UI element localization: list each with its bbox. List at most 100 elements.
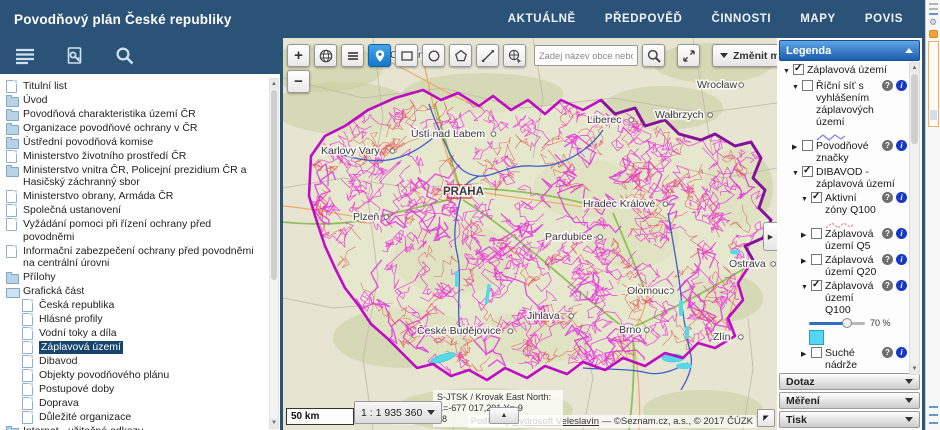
tree-item[interactable]: Důležité organizace [6,411,264,425]
nav-item[interactable]: ČINNOSTI [711,13,771,25]
legend-item[interactable]: ▼Záplavová území Q100?i [781,280,907,316]
slider-track[interactable] [809,322,865,325]
layer-checkbox[interactable] [802,140,813,151]
map-search-button[interactable] [642,44,665,67]
tree-item[interactable]: Informační zabezpečení ochrany před povo… [6,244,264,271]
map-area[interactable]: ChemnitzChemnitzWrocławWrocławWałbrzychW… [283,38,777,430]
help-icon[interactable]: ? [882,280,893,291]
info-icon[interactable]: i [896,192,907,203]
expand-open-icon[interactable]: ▼ [792,168,801,180]
nav-item[interactable]: PŘEDPOVĚĎ [605,13,683,25]
rectangle-select-button[interactable] [395,44,418,67]
tree-item[interactable]: Postupové doby [6,383,264,397]
legend-scrollbar[interactable]: ▲ ▼ [909,62,920,375]
info-icon[interactable]: i [896,347,907,358]
tree-item[interactable]: Ministerstvo obrany, Armáda ČR [6,190,264,204]
info-icon[interactable]: i [896,228,907,239]
scale-select[interactable]: 1 : 1 935 360 [354,401,442,424]
tree-item[interactable]: Hlásné profily [6,313,264,327]
expand-open-icon[interactable]: ▼ [783,66,792,78]
legend-collapse-handle[interactable]: ▶ [763,222,777,251]
panel-section-dotaz[interactable]: Dotaz [779,373,920,390]
expand-open-icon[interactable]: ▼ [801,194,810,206]
circle-select-button[interactable] [422,44,445,67]
tree-item[interactable]: Objekty povodňového plánu [6,369,264,383]
info-icon[interactable]: i [896,280,907,291]
legend-item[interactable]: ▼Záplavová území [781,64,907,78]
expand-open-icon[interactable]: ▼ [792,82,801,94]
globe-search-button[interactable] [503,44,526,67]
attribution-toggle-button[interactable]: ◤ [757,409,775,427]
tree-item[interactable]: Vodní toky a díla [6,327,264,341]
scroll-thumb[interactable] [271,90,277,280]
expand-closed-icon[interactable]: ▶ [792,142,801,154]
info-icon[interactable]: i [896,140,907,151]
search-icon[interactable] [114,45,136,67]
key-icon[interactable] [64,45,86,67]
zoom-out-button[interactable]: − [287,70,310,93]
help-icon[interactable]: ? [882,140,893,151]
expand-open-icon[interactable]: ▼ [801,282,810,294]
layer-checkbox[interactable] [802,166,813,177]
info-icon[interactable]: i [896,254,907,265]
scroll-thumb[interactable] [911,74,918,144]
nav-item[interactable]: AKTUÁLNĚ [508,13,576,25]
tree-item[interactable]: Dibavod [6,355,264,369]
panel-section-tisk[interactable]: Tisk [779,411,920,428]
layer-checkbox[interactable] [811,347,822,358]
layer-checkbox[interactable] [811,228,822,239]
layer-checkbox[interactable] [811,192,822,203]
scroll-up-icon[interactable]: ▲ [910,63,919,73]
tree-item[interactable]: Titulní list [6,79,264,93]
menu-icon[interactable] [14,45,36,67]
help-icon[interactable]: ? [882,192,893,203]
layer-checkbox[interactable] [802,80,813,91]
legend-item[interactable]: ▼Aktivní zóny Q100?i [781,192,907,216]
expand-closed-icon[interactable]: ▶ [801,256,810,268]
tree-item[interactable]: Doprava [6,397,264,411]
nav-item[interactable]: MAPY [800,13,836,25]
opacity-slider[interactable]: 70 % [809,318,907,328]
tree-item[interactable]: Internet - užitečné odkazy [6,425,264,430]
tree-item[interactable]: Organizace povodňové ochrany v ČR [6,121,264,135]
expand-closed-icon[interactable]: ▶ [801,349,810,361]
coords-collapse-button[interactable]: ▲ [489,407,519,424]
map-search-input[interactable] [534,45,638,66]
globe-button[interactable] [314,44,337,67]
tree-item[interactable]: Česká republika [6,299,264,313]
change-map-button[interactable]: Změnit mapu [712,44,777,67]
location-pin-button[interactable] [368,44,391,67]
legend-item[interactable]: ▶Suché nádrže (poldry)?i [781,347,907,371]
legend-item[interactable]: ▶Záplavová území Q20?i [781,254,907,278]
tree-item[interactable]: Přílohy [6,271,264,285]
tree-item[interactable]: Společná ustanovení [6,204,264,218]
layers-button[interactable] [341,44,364,67]
scroll-down-icon[interactable]: ▼ [910,364,919,374]
help-icon[interactable]: ? [882,80,893,91]
tree-item[interactable]: Grafická část [6,285,264,299]
legend-header[interactable]: Legenda [779,40,920,61]
tree-item[interactable]: Ministerstvo životního prostředí ČR [6,149,264,163]
zoom-in-button[interactable]: + [287,44,310,67]
legend-item[interactable]: ▼DIBAVOD - záplavová území [781,166,907,190]
help-icon[interactable]: ? [882,254,893,265]
slider-thumb[interactable] [842,318,852,328]
collapse-up-icon[interactable] [905,48,913,53]
tree-item[interactable]: Vyžádání pomoci při řízení ochrany před … [6,218,264,245]
polygon-select-button[interactable] [449,44,472,67]
legend-item[interactable]: ▶Povodňové značky?i [781,140,907,164]
fullscreen-button[interactable] [677,44,700,67]
expand-closed-icon[interactable]: ▶ [801,230,810,242]
layer-checkbox[interactable] [811,280,822,291]
help-icon[interactable]: ? [882,228,893,239]
tree-item[interactable]: Záplavová území [6,341,264,355]
tree-item[interactable]: Úvod [6,93,264,107]
tree-item[interactable]: Ústřední povodňová komise [6,135,264,149]
info-icon[interactable]: i [896,80,907,91]
nav-item[interactable]: POVIS [865,13,903,25]
map-canvas[interactable]: ChemnitzChemnitzWrocławWrocławWałbrzychW… [283,38,777,430]
legend-item[interactable]: ▶Záplavová území Q5?i [781,228,907,252]
scroll-down-icon[interactable]: ▼ [270,418,278,428]
legend-item[interactable]: ▼Říční síť s vyhlášením záplavových územ… [781,80,907,128]
help-icon[interactable]: ? [882,347,893,358]
